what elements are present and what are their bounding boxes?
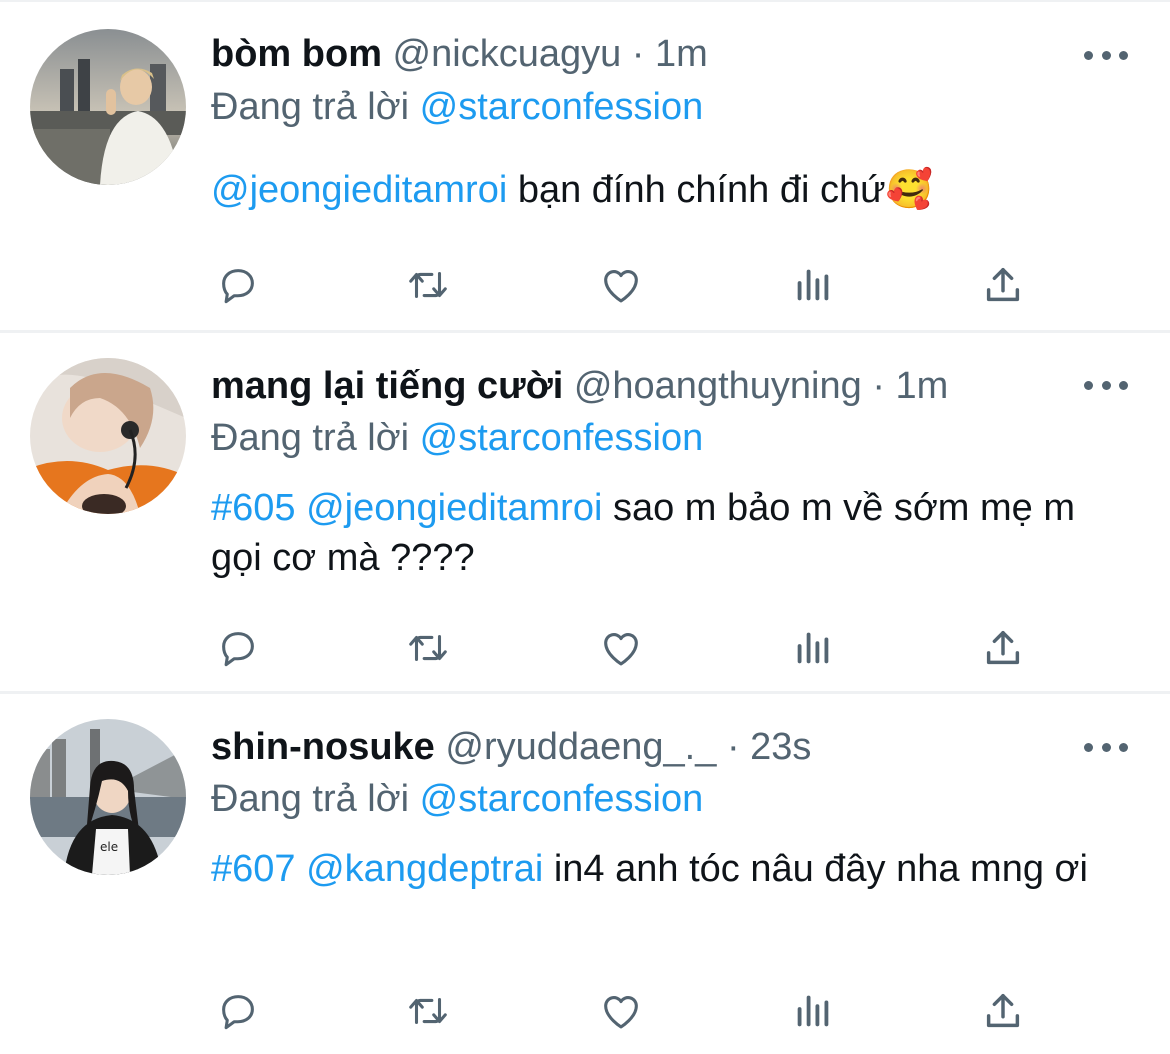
smiling-hearts-emoji: 🥰 (885, 169, 933, 211)
tweet-actions (213, 988, 1043, 1034)
replying-to: Đang trả lời @starconfession (211, 84, 703, 130)
share-upload-icon (986, 267, 1020, 302)
bar-chart-icon (797, 269, 829, 301)
tweet-text-content: bạn đính chính đi chứ (507, 169, 886, 211)
more-options-button[interactable] (1084, 737, 1128, 757)
like-button[interactable] (596, 988, 646, 1034)
tweet-header: shin-nosuke @ryuddaeng_._ · 23s (211, 724, 811, 770)
retweet-icon (409, 271, 447, 299)
heart-icon (604, 633, 638, 666)
tweet-text: #607 @kangdeptrai in4 anh tóc nâu đây nh… (211, 844, 1111, 894)
retweet-button[interactable] (403, 988, 453, 1034)
share-upload-icon (986, 630, 1020, 665)
mention-link[interactable]: @jeongieditamroi (306, 487, 602, 529)
tweet-actions (213, 262, 1043, 308)
display-name[interactable]: shin-nosuke (211, 726, 435, 768)
timestamp[interactable]: 1m (896, 365, 949, 407)
hashtag-link[interactable]: #605 (211, 487, 296, 529)
speech-bubble-icon (222, 269, 254, 304)
reply-button[interactable] (213, 988, 263, 1034)
tweet-text-content: in4 anh tóc nâu đây nha mng ơi (543, 848, 1088, 890)
share-upload-icon (986, 993, 1020, 1028)
more-options-button[interactable] (1084, 45, 1128, 65)
retweet-icon (409, 997, 447, 1025)
ellipsis-icon (1084, 742, 1093, 752)
ellipsis-icon (1084, 50, 1093, 60)
tweet-text: @jeongieditamroi bạn đính chính đi chứ🥰 (211, 165, 1111, 215)
timestamp[interactable]: 1m (655, 33, 708, 75)
like-button[interactable] (596, 625, 646, 671)
heart-icon (604, 996, 638, 1029)
replying-to: Đang trả lời @starconfession (211, 776, 703, 822)
share-button[interactable] (978, 988, 1028, 1034)
heart-icon (604, 270, 638, 303)
display-name[interactable]: bòm bom (211, 33, 382, 75)
views-button[interactable] (788, 988, 838, 1034)
user-handle[interactable]: @ryuddaeng_._ (445, 726, 716, 768)
avatar[interactable]: ele (30, 719, 186, 875)
replying-to-mention[interactable]: @starconfession (420, 86, 704, 128)
reply-button[interactable] (213, 262, 263, 308)
user-handle[interactable]: @nickcuagyu (393, 33, 622, 75)
speech-bubble-icon (222, 995, 254, 1030)
tweet[interactable]: bòm bom @nickcuagyu · 1m Đang trả lời @s… (0, 0, 1170, 333)
avatar[interactable] (30, 358, 186, 514)
retweet-icon (409, 634, 447, 662)
svg-text:ele: ele (100, 840, 118, 854)
tweet[interactable]: mang lại tiếng cười @hoangthuyning · 1m … (0, 333, 1170, 694)
replying-to-mention[interactable]: @starconfession (420, 778, 704, 820)
separator-dot: · (726, 726, 740, 768)
replying-to: Đang trả lời @starconfession (211, 415, 703, 461)
mention-link[interactable]: @jeongieditamroi (211, 169, 507, 211)
bar-chart-icon (797, 995, 829, 1027)
user-handle[interactable]: @hoangthuyning (574, 365, 862, 407)
separator-dot: · (631, 33, 645, 75)
views-button[interactable] (788, 625, 838, 671)
mention-link[interactable]: @kangdeptrai (306, 848, 543, 890)
like-button[interactable] (596, 262, 646, 308)
separator-dot: · (872, 365, 885, 407)
share-button[interactable] (978, 625, 1028, 671)
speech-bubble-icon (222, 632, 254, 667)
retweet-button[interactable] (403, 262, 453, 308)
display-name[interactable]: mang lại tiếng cười (211, 365, 563, 407)
views-button[interactable] (788, 262, 838, 308)
bar-chart-icon (797, 632, 829, 664)
tweet-actions (213, 625, 1043, 671)
ellipsis-icon (1084, 380, 1093, 390)
retweet-button[interactable] (403, 625, 453, 671)
tweet-header: bòm bom @nickcuagyu · 1m (211, 31, 708, 77)
timestamp[interactable]: 23s (750, 726, 811, 768)
hashtag-link[interactable]: #607 (211, 848, 296, 890)
reply-button[interactable] (213, 625, 263, 671)
tweet[interactable]: ele shin-nosuke @ryuddaeng_._ · 23s Đang… (0, 694, 1170, 1054)
replying-to-label: Đang trả lời (211, 417, 410, 459)
share-button[interactable] (978, 262, 1028, 308)
more-options-button[interactable] (1084, 375, 1128, 395)
replying-to-mention[interactable]: @starconfession (420, 417, 704, 459)
avatar[interactable] (30, 29, 186, 185)
tweet-header: mang lại tiếng cười @hoangthuyning · 1m (211, 363, 948, 409)
replying-to-label: Đang trả lời (211, 86, 410, 128)
tweet-text: #605 @jeongieditamroi sao m bảo m về sớm… (211, 483, 1111, 583)
replying-to-label: Đang trả lời (211, 778, 410, 820)
